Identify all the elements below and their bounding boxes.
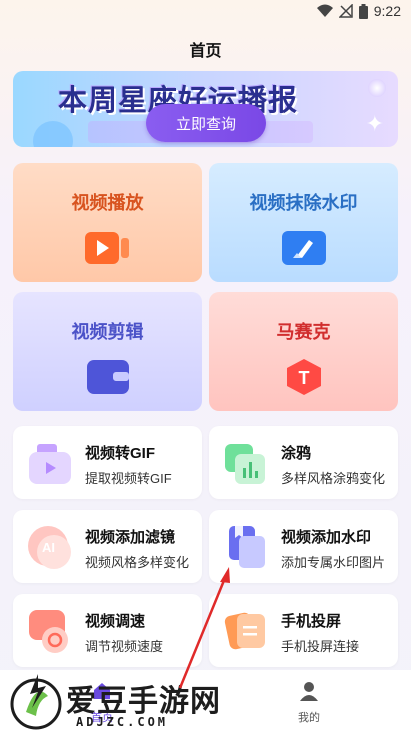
tool-subtitle: 手机投屏连接	[281, 639, 360, 654]
tool-subtitle: 调节视频速度	[85, 639, 164, 654]
banner-decoration	[33, 121, 73, 147]
speed-icon	[29, 610, 68, 653]
tool-title: 手机投屏	[281, 613, 342, 630]
chart-icon	[225, 444, 265, 484]
play-icon	[84, 232, 129, 264]
tool-title: 视频调速	[85, 613, 146, 630]
tab-mine[interactable]: 我的	[279, 680, 339, 725]
feature-card-mosaic[interactable]: 马赛克 T	[209, 292, 398, 411]
cast-icon	[224, 612, 265, 650]
feature-card-label: 视频播放	[71, 193, 144, 213]
feature-card-video-edit[interactable]: 视频剪辑	[13, 292, 202, 411]
tool-card-doodle[interactable]: 涂鸦 多样风格涂鸦变化	[209, 426, 398, 499]
wifi-icon	[316, 4, 333, 17]
feature-card-label: 视频剪辑	[71, 322, 144, 342]
page-title: 首页	[189, 43, 222, 60]
svg-text:AI: AI	[42, 540, 55, 555]
tool-subtitle: 提取视频转GIF	[85, 471, 172, 486]
signal-icon	[338, 4, 353, 18]
ai-filter-icon: AI	[28, 526, 71, 569]
battery-icon	[358, 3, 368, 19]
tool-title: 视频添加滤镜	[85, 529, 176, 546]
query-button[interactable]: 立即查询	[146, 104, 266, 142]
site-watermark: 爱豆手游网 ADJZC.COM	[8, 672, 248, 734]
tool-subtitle: 视频风格多样变化	[85, 555, 190, 570]
watermark-name: 爱豆手游网	[66, 684, 221, 719]
tool-subtitle: 添加专属水印图片	[281, 555, 386, 570]
watermark-logo-icon	[10, 674, 62, 730]
feature-card-label: 视频抹除水印	[249, 193, 358, 213]
sparkle-icon: ✦	[365, 111, 384, 136]
watermark-domain: ADJZC.COM	[76, 715, 169, 729]
feature-card-video-play[interactable]: 视频播放	[13, 163, 202, 282]
status-bar: 9:22	[0, 0, 411, 24]
tool-title: 视频转GIF	[85, 445, 155, 462]
tool-card-video-speed[interactable]: 视频调速 调节视频速度	[13, 594, 202, 667]
gif-icon	[29, 444, 71, 484]
user-icon	[300, 682, 318, 701]
status-time: 9:22	[373, 3, 401, 19]
wallet-icon	[86, 360, 129, 394]
tool-subtitle: 多样风格涂鸦变化	[281, 471, 386, 486]
tab-mine-label: 我的	[298, 712, 320, 724]
mosaic-icon: T	[286, 359, 321, 395]
tool-card-add-watermark[interactable]: 视频添加水印 添加专属水印图片	[209, 510, 398, 583]
eraser-icon	[281, 231, 326, 265]
planet-icon	[368, 79, 386, 97]
tool-card-add-filter[interactable]: AI 视频添加滤镜 视频风格多样变化	[13, 510, 202, 583]
page-header: 首页	[0, 24, 411, 70]
tool-card-screen-cast[interactable]: 手机投屏 手机投屏连接	[209, 594, 398, 667]
svg-text:T: T	[298, 368, 309, 388]
feature-card-remove-watermark[interactable]: 视频抹除水印	[209, 163, 398, 282]
tool-card-video-to-gif[interactable]: 视频转GIF 提取视频转GIF	[13, 426, 202, 499]
document-icon	[229, 526, 265, 568]
feature-card-label: 马赛克	[276, 322, 331, 342]
tool-title: 涂鸦	[281, 445, 312, 462]
tool-title: 视频添加水印	[281, 529, 372, 546]
